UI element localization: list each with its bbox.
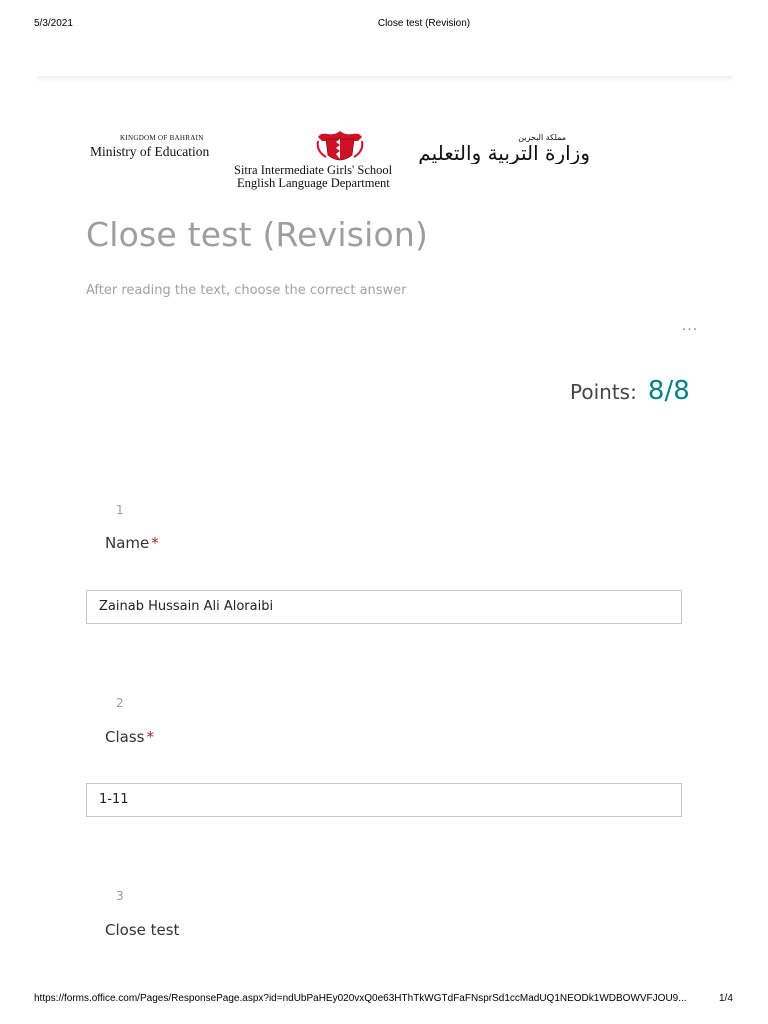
points-label: Points: bbox=[570, 380, 637, 404]
question-number: 3 bbox=[116, 889, 124, 903]
required-marker: * bbox=[146, 728, 154, 746]
question-title: Class * bbox=[105, 728, 154, 746]
print-header: 5/3/2021 Close test (Revision) bbox=[0, 18, 768, 32]
question-title-text: Close test bbox=[105, 921, 180, 939]
question-title: Name * bbox=[105, 534, 159, 552]
arabic-kingdom-text: مملكة البحرين bbox=[518, 133, 566, 142]
school-banner: KINGDOM OF BAHRAIN Ministry of Education… bbox=[86, 124, 596, 194]
form-title: Close test (Revision) bbox=[86, 215, 429, 254]
form-top-divider bbox=[38, 76, 732, 82]
print-page-number: 1/4 bbox=[719, 993, 733, 1004]
question-number: 1 bbox=[116, 503, 124, 517]
more-options-icon[interactable]: ··· bbox=[670, 322, 710, 346]
banner-ministry: Ministry of Education bbox=[90, 144, 210, 159]
question-number: 2 bbox=[116, 696, 124, 710]
arabic-ministry-logo: وزارة التربية والتعليم مملكة البحرين bbox=[418, 133, 590, 164]
question-title-text: Class bbox=[105, 728, 145, 746]
print-footer: https://forms.office.com/Pages/ResponseP… bbox=[0, 993, 768, 1007]
required-marker: * bbox=[151, 534, 159, 552]
banner-department: English Language Department bbox=[237, 176, 390, 190]
points-value: 8/8 bbox=[647, 376, 690, 406]
print-url: https://forms.office.com/Pages/ResponseP… bbox=[34, 993, 687, 1004]
question-title: Close test bbox=[105, 921, 179, 939]
form-description: After reading the text, choose the corre… bbox=[86, 283, 407, 298]
banner-kingdom: KINGDOM OF BAHRAIN bbox=[120, 134, 204, 142]
question-title-text: Name bbox=[105, 534, 150, 552]
print-title: Close test (Revision) bbox=[377, 18, 471, 29]
class-answer-field[interactable]: 1-11 bbox=[86, 783, 682, 817]
arabic-ministry-text: وزارة التربية والتعليم bbox=[418, 141, 590, 164]
name-answer-field[interactable]: Zainab Hussain Ali Aloraibi bbox=[86, 590, 682, 624]
points-summary: Points: 8/8 bbox=[570, 376, 690, 410]
bahrain-crest-icon bbox=[316, 131, 364, 161]
